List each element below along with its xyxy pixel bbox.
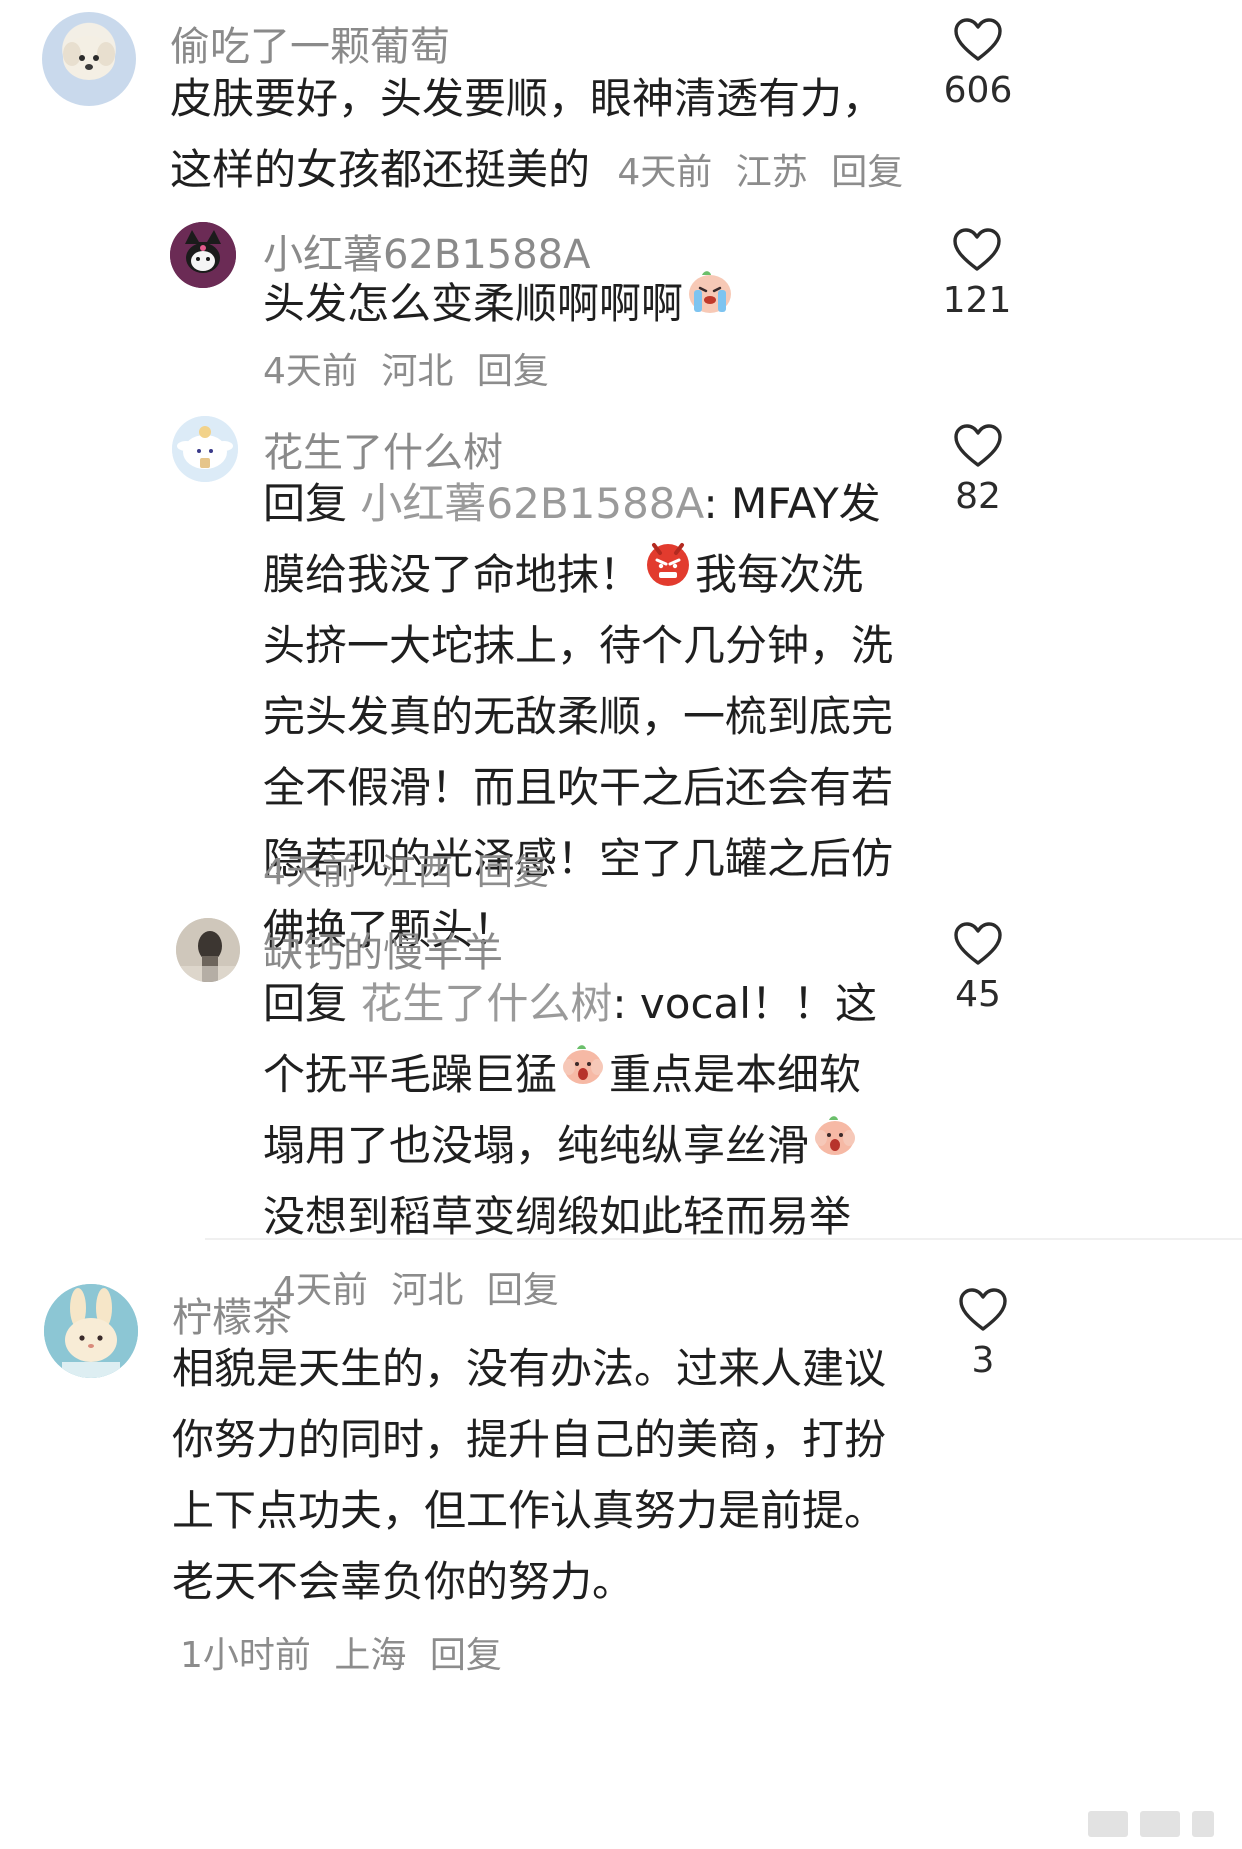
- kuromi-avatar-icon: [170, 222, 236, 288]
- comment-text: 头发怎么变柔顺啊啊啊: [263, 268, 923, 339]
- comment-location: 江苏: [735, 152, 808, 193]
- comment-location: 江西: [381, 852, 454, 893]
- reply-button[interactable]: 回复: [487, 1270, 559, 1311]
- reply-button[interactable]: 回复: [430, 1635, 502, 1676]
- heart-outline-icon: [954, 424, 1002, 468]
- like-count: 121: [942, 280, 1012, 321]
- comment-text: 皮肤要好，头发要顺，眼神清透有力，这样的女孩都还挺美的 4天前 江苏 回复: [170, 63, 920, 208]
- like-count: 606: [943, 70, 1013, 111]
- shocked-face-emoji: [811, 1109, 859, 1180]
- comment-location: 河北: [381, 351, 454, 392]
- reply-button[interactable]: 回复: [477, 351, 549, 392]
- comment-body: 头发怎么变柔顺啊啊啊: [263, 279, 684, 328]
- reply-prefix: 回复: [263, 979, 348, 1028]
- like-button[interactable]: 121: [917, 228, 1037, 321]
- crying-face-emoji: [685, 267, 735, 338]
- comment-time: 1小时前: [180, 1635, 311, 1676]
- watermark-block: [1140, 1811, 1180, 1837]
- like-button[interactable]: 82: [918, 424, 1038, 517]
- watermark: [1088, 1811, 1214, 1837]
- puppy-avatar-icon: [63, 36, 115, 80]
- avatar[interactable]: [44, 1284, 138, 1378]
- comment-location: 上海: [334, 1635, 407, 1676]
- comment-body: 相貌是天生的，没有办法。过来人建议你努力的同时，提升自己的美商，打扮上下点功夫，…: [172, 1344, 887, 1606]
- reply-prefix: 回复: [263, 479, 348, 528]
- watermark-block: [1088, 1811, 1128, 1837]
- comment-time: 4天前: [263, 351, 358, 392]
- bunny-avatar-icon: [44, 1284, 138, 1378]
- comment-meta: 4天前 河北 回复: [263, 342, 549, 394]
- comment-text: 相貌是天生的，没有办法。过来人建议你努力的同时，提升自己的美商，打扮上下点功夫，…: [172, 1333, 912, 1691]
- like-count: 45: [955, 974, 1001, 1015]
- heart-outline-icon: [959, 1288, 1007, 1332]
- avatar[interactable]: [172, 416, 238, 482]
- reply-target-username[interactable]: 花生了什么树: [360, 979, 612, 1028]
- reply-button[interactable]: 回复: [477, 852, 549, 893]
- like-button[interactable]: 606: [918, 18, 1038, 111]
- like-count: 82: [955, 476, 1001, 517]
- photo-avatar-icon: [176, 918, 240, 982]
- like-button[interactable]: 45: [918, 922, 1038, 1015]
- comment-body-end: 没想到稻草变绸缎如此轻而易举: [263, 1192, 852, 1241]
- angry-face-emoji: [643, 538, 693, 609]
- like-count: 3: [971, 1340, 995, 1381]
- comment-meta: 4天前 河北 回复: [273, 1270, 559, 1311]
- shocked-face-emoji: [559, 1038, 607, 1109]
- comment-meta: 4天前 江西 回复: [263, 843, 549, 895]
- reply-button[interactable]: 回复: [831, 152, 903, 193]
- avatar[interactable]: [176, 918, 240, 982]
- heart-outline-icon: [954, 18, 1002, 62]
- comment-time: 4天前: [263, 852, 358, 893]
- comment-time: 4天前: [617, 152, 713, 193]
- avatar[interactable]: [42, 12, 136, 106]
- comment-meta: 4天前 江苏 回复: [617, 152, 903, 193]
- avatar[interactable]: [170, 222, 236, 288]
- cinnamoroll-avatar-icon: [172, 416, 238, 482]
- comment-meta: 1小时前 上海 回复: [180, 1635, 502, 1676]
- comment-text: 回复 花生了什么树: vocal！！这个抚平毛躁巨猛 重点是本细软塌用了也没塌，…: [263, 968, 903, 1326]
- heart-outline-icon: [954, 922, 1002, 966]
- watermark-block: [1192, 1811, 1214, 1837]
- heart-outline-icon: [953, 228, 1001, 272]
- reply-target-username[interactable]: 小红薯62B1588A: [360, 479, 703, 528]
- like-button[interactable]: 3: [923, 1288, 1043, 1381]
- comment-location: 河北: [391, 1270, 464, 1311]
- comment-divider: [205, 1238, 1242, 1240]
